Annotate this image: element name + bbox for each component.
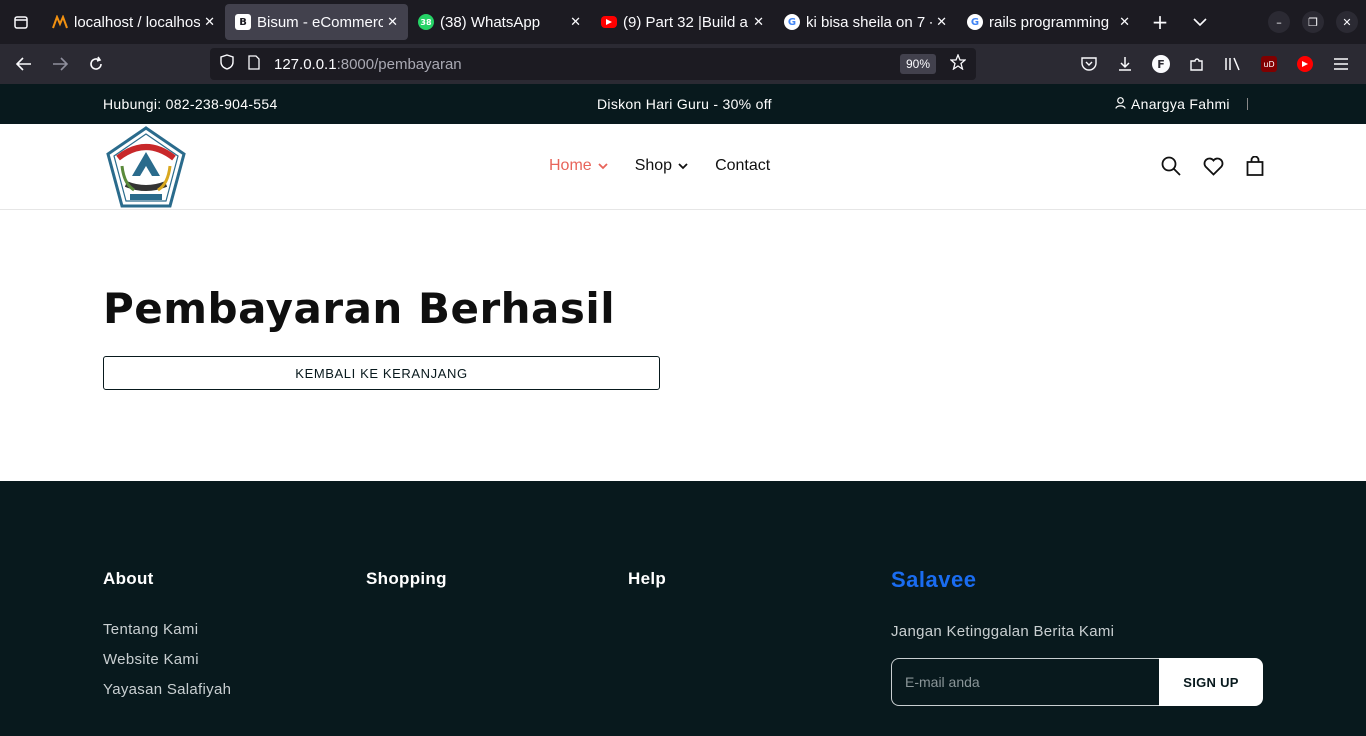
menu-shop-label: Shop [634, 157, 673, 174]
menu-home-label: Home [549, 157, 592, 174]
tab-list-icon[interactable] [0, 0, 42, 44]
extension-f-icon[interactable]: F [1152, 55, 1170, 73]
email-field[interactable] [891, 658, 1159, 706]
close-window-icon[interactable]: ✕ [1336, 11, 1358, 33]
menu-contact-label: Contact [715, 157, 771, 174]
footer-about-links: Tentang Kami Website Kami Yayasan Salafi… [103, 620, 231, 700]
close-icon[interactable]: ✕ [1119, 15, 1130, 30]
tab-title: Bisum - eCommerce [257, 13, 384, 31]
browser-toolbar: 127.0.0.1:8000/pembayaran 90% F uD [0, 44, 1366, 84]
zoom-level[interactable]: 90% [899, 54, 936, 74]
page-title: Pembayaran Berhasil [103, 284, 616, 333]
tab-title: (9) Part 32 |Build a [623, 13, 748, 31]
tab-google-rails[interactable]: G rails programming ✕ [957, 4, 1140, 40]
youtube-icon [601, 16, 617, 28]
tab-title: localhost / localhost [74, 13, 201, 31]
menu-contact[interactable]: Contact [715, 157, 770, 175]
bootstrap-icon: B [235, 14, 251, 30]
ublock-icon[interactable]: uD [1260, 55, 1278, 73]
minimize-icon[interactable]: – [1268, 11, 1290, 33]
tab-google-sheila[interactable]: G ki bisa sheila on 7 - ✕ [774, 4, 957, 40]
close-icon[interactable]: ✕ [204, 15, 215, 30]
forward-icon[interactable] [42, 48, 78, 80]
close-icon[interactable]: ✕ [753, 15, 764, 30]
back-icon[interactable] [6, 48, 42, 80]
url-host: 127.0.0.1 [274, 55, 337, 73]
footer-shopping-title: Shopping [366, 569, 447, 588]
site-footer: About Shopping Help Tentang Kami Website… [0, 481, 1366, 736]
search-icon[interactable] [1160, 155, 1182, 177]
topbar-divider [1247, 98, 1248, 110]
footer-about-title: About [103, 569, 154, 588]
back-to-cart-button[interactable]: KEMBALI KE KERANJANG [103, 356, 660, 390]
newsletter-text: Jangan Ketinggalan Berita Kami [891, 623, 1115, 640]
chevron-down-icon[interactable] [1180, 4, 1220, 40]
menu-shop[interactable]: Shop [635, 157, 688, 175]
site-logo[interactable] [104, 126, 188, 210]
close-icon[interactable]: ✕ [570, 15, 581, 30]
contact-phone: Hubungi: 082-238-904-554 [103, 96, 278, 112]
footer-brand: Salavee [891, 567, 977, 592]
chevron-down-icon [598, 157, 608, 175]
google-icon: G [784, 14, 800, 30]
maximize-icon[interactable]: ❐ [1302, 11, 1324, 33]
library-icon[interactable] [1224, 55, 1242, 73]
promo-text: Diskon Hari Guru - 30% off [597, 96, 772, 112]
user-name: Anargya Fahmi [1131, 96, 1230, 112]
tab-phpmyadmin[interactable]: localhost / localhost ✕ [42, 4, 225, 40]
menu-home[interactable]: Home [549, 157, 608, 175]
site-header: Home Shop Contact [0, 124, 1366, 210]
url-path: :8000/pembayaran [336, 55, 462, 73]
close-icon[interactable]: ✕ [936, 15, 947, 30]
whatsapp-icon: 38 [418, 14, 434, 30]
main-content: Pembayaran Berhasil KEMBALI KE KERANJANG [0, 210, 1366, 481]
tab-youtube[interactable]: (9) Part 32 |Build a ✕ [591, 4, 774, 40]
url-bar[interactable]: 127.0.0.1:8000/pembayaran 90% [210, 48, 976, 80]
pocket-icon[interactable] [1080, 55, 1098, 73]
browser-tab-bar: localhost / localhost ✕ B Bisum - eComme… [0, 0, 1366, 44]
wishlist-heart-icon[interactable] [1202, 155, 1224, 177]
hamburger-menu-icon[interactable] [1332, 55, 1350, 73]
tab-bisum[interactable]: B Bisum - eCommerce ✕ [225, 4, 408, 40]
footer-link-yayasan[interactable]: Yayasan Salafiyah [103, 680, 231, 700]
footer-link-website-kami[interactable]: Website Kami [103, 650, 231, 670]
phpmyadmin-icon [52, 14, 68, 30]
chevron-down-icon [678, 157, 688, 175]
newsletter-form: SIGN UP [891, 658, 1263, 706]
main-menu: Home Shop Contact [549, 157, 770, 175]
shield-icon[interactable] [220, 54, 234, 74]
footer-help-title: Help [628, 569, 667, 588]
signup-button[interactable]: SIGN UP [1159, 658, 1263, 706]
close-icon[interactable]: ✕ [387, 15, 398, 30]
user-icon [1115, 96, 1126, 112]
reload-icon[interactable] [78, 48, 114, 80]
youtube-extension-icon[interactable] [1296, 55, 1314, 73]
tab-title: ki bisa sheila on 7 - [806, 13, 933, 31]
announcement-bar: Hubungi: 082-238-904-554 Diskon Hari Gur… [0, 84, 1366, 124]
tab-title: rails programming [989, 13, 1110, 31]
page-icon[interactable] [248, 54, 260, 74]
cart-bag-icon[interactable] [1244, 155, 1266, 177]
download-icon[interactable] [1116, 55, 1134, 73]
new-tab-icon[interactable]: + [1140, 4, 1180, 40]
google-icon: G [967, 14, 983, 30]
user-account[interactable]: Anargya Fahmi [1115, 96, 1230, 112]
footer-link-tentang-kami[interactable]: Tentang Kami [103, 620, 231, 640]
tab-title: (38) WhatsApp [440, 13, 541, 31]
url-text[interactable]: 127.0.0.1:8000/pembayaran [274, 56, 462, 73]
bookmark-star-icon[interactable] [949, 53, 967, 74]
extensions-puzzle-icon[interactable] [1188, 55, 1206, 73]
tab-whatsapp[interactable]: 38 (38) WhatsApp ✕ [408, 4, 591, 40]
